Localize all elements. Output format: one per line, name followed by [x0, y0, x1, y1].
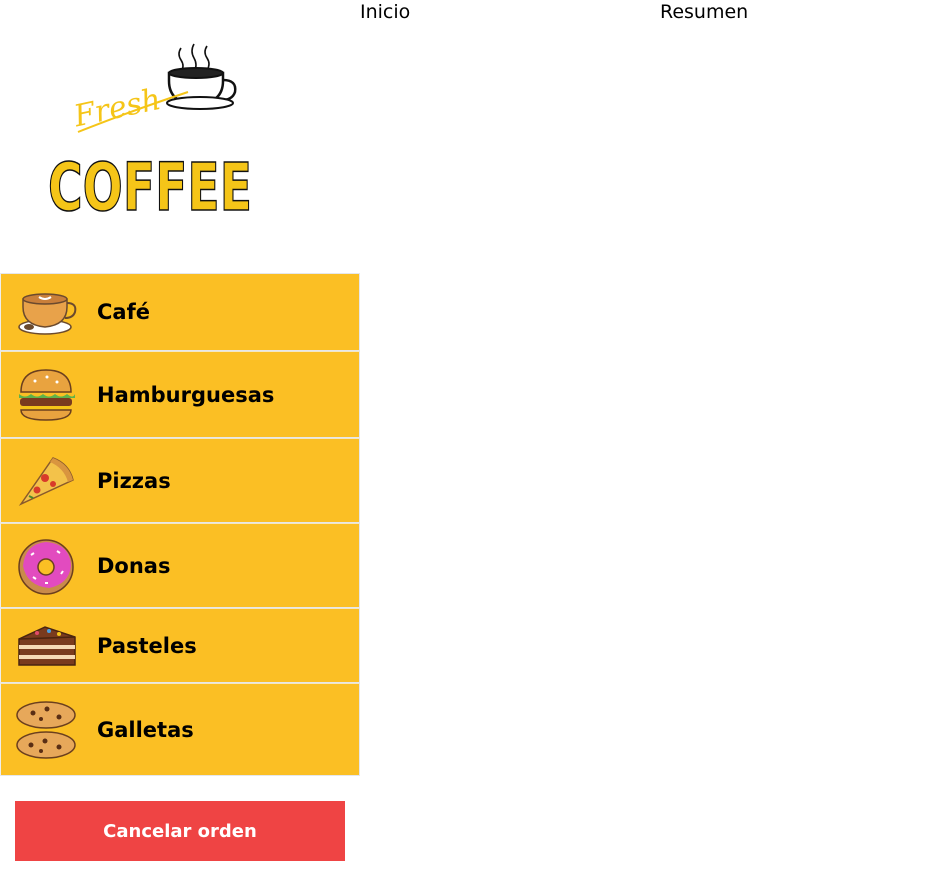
coffee-icon	[15, 281, 77, 343]
category-label: Donas	[97, 553, 171, 578]
category-pasteles[interactable]: Pasteles	[0, 608, 360, 683]
nav-link-inicio[interactable]: Inicio	[360, 0, 410, 24]
donut-icon	[15, 535, 77, 597]
category-label: Hamburguesas	[97, 382, 275, 407]
cookie-icon	[15, 699, 77, 761]
cancel-order-button[interactable]: Cancelar orden	[15, 801, 345, 861]
nav-link-resumen[interactable]: Resumen	[660, 0, 748, 24]
category-label: Galletas	[97, 717, 194, 742]
category-label: Café	[97, 300, 150, 324]
category-pizzas[interactable]: Pizzas	[0, 438, 360, 523]
category-donas[interactable]: Donas	[0, 523, 360, 608]
burger-icon	[15, 364, 77, 426]
category-label: Pasteles	[97, 633, 197, 658]
category-cafe[interactable]: Café	[0, 273, 360, 351]
cake-icon	[15, 615, 77, 677]
svg-text:COFFEE: COFFEE	[48, 149, 252, 220]
category-hamburguesas[interactable]: Hamburguesas	[0, 351, 360, 438]
category-list: Café Hamburguesas Pizzas Donas Pasteles …	[0, 273, 360, 776]
category-galletas[interactable]: Galletas	[0, 683, 360, 776]
fresh-coffee-logo: Fresh COFFEE	[46, 40, 256, 227]
pizza-icon	[15, 450, 77, 512]
category-label: Pizzas	[97, 468, 171, 493]
svg-text:Fresh: Fresh	[70, 82, 164, 135]
coffee-cup-icon: Fresh COFFEE	[47, 43, 253, 227]
